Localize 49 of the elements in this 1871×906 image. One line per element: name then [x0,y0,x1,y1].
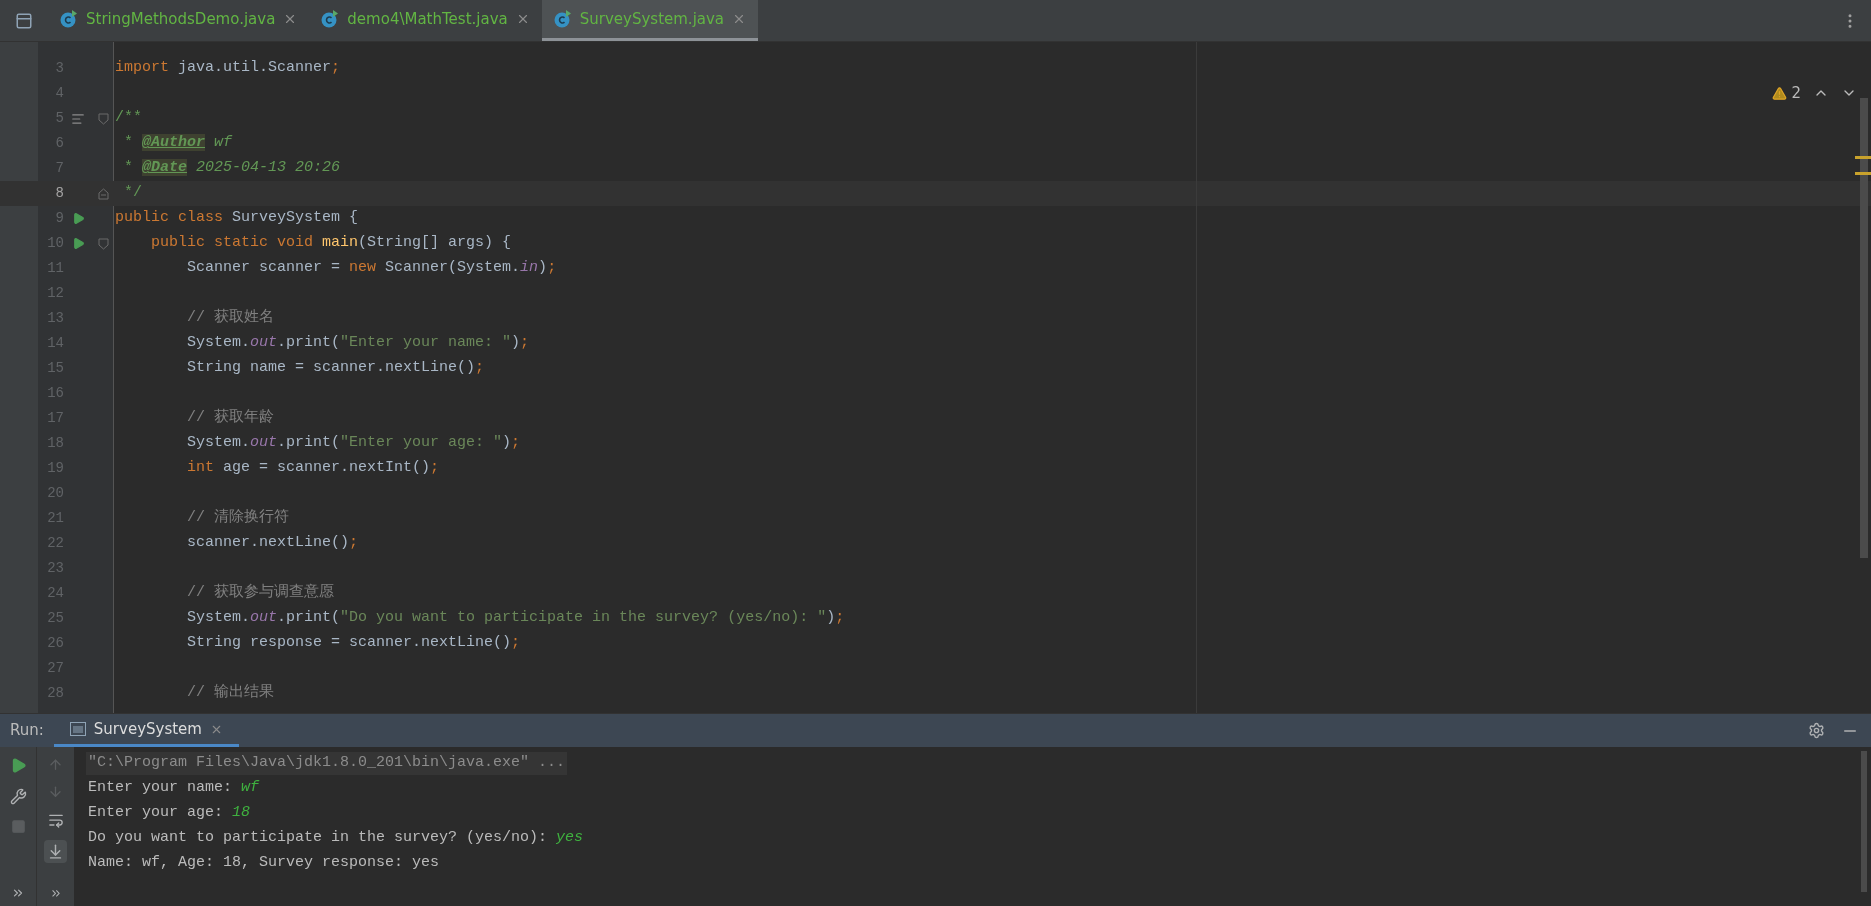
code-line: */ [123,183,142,204]
code-line: Scanner scanner = new Scanner(System.in); [186,258,557,279]
code-line: public static void main(String[] args) { [150,233,512,254]
console-line: Do you want to participate in the survey? (yes/no): yes [87,828,585,849]
rendered-doc-icon[interactable] [71,111,85,126]
code-line: * @Date 2025-04-13 20:26 [123,158,341,179]
fold-icon[interactable] [97,187,109,200]
scroll-to-end-button[interactable] [44,840,67,864]
code-line: // 获取年龄 [186,407,275,429]
run-icon[interactable] [71,237,85,250]
code-line: String name = scanner.nextLine(); [186,358,485,379]
editor-tab[interactable]: StringMethodsDemo.java [48,0,310,41]
code-line: System.out.print("Enter your age: "); [186,433,521,454]
code-line: System.out.print("Enter your name: "); [186,333,530,354]
console-line: Enter your name: wf [87,778,261,799]
class-file-icon [553,10,572,28]
code-line: public class SurveySystem { [114,208,359,229]
settings-icon[interactable] [1808,722,1825,739]
code-line: String response = scanner.nextLine(); [186,633,521,654]
code-line: int age = scanner.nextInt(); [186,458,440,479]
code-line: // 输出结果 [186,682,275,704]
scrollbar[interactable] [1861,751,1867,892]
class-file-icon [321,10,340,28]
line-number: 8 [54,184,64,203]
code-line: // 获取参与调查意愿 [186,582,335,604]
fold-icon[interactable] [97,237,109,250]
fold-icon[interactable] [97,112,109,125]
project-view-icon[interactable] [15,11,33,30]
code-line: /** [114,108,142,129]
scroll-to-end-icon [47,843,64,861]
more-icon[interactable] [11,886,25,900]
code-line: * @Author wf [123,133,233,154]
code-line: import java.util.Scanner; [114,58,341,79]
code-line: // 获取姓名 [186,307,275,329]
editor-tab[interactable]: SurveySystem.java [541,0,759,41]
console-line: Name: wf, Age: 18, Survey response: yes [87,853,441,874]
code-line: System.out.print("Do you want to participate in the survey? (yes/no): "); [186,608,845,629]
warning-icon [1772,85,1788,101]
editor-tab[interactable]: demo4\MathTest.java [309,0,542,41]
console-icon [69,722,86,736]
run-label: Run: [9,720,45,742]
class-file-icon [60,10,78,28]
run-icon[interactable] [71,212,85,225]
code-line: // 清除换行符 [186,507,290,529]
code-line: scanner.nextLine(); [186,533,359,554]
console-line: Enter your age: 18 [87,803,252,824]
wrench-icon[interactable] [9,788,27,805]
warning-counter[interactable]: 2 [1772,82,1801,105]
scrollbar[interactable] [1860,98,1868,558]
